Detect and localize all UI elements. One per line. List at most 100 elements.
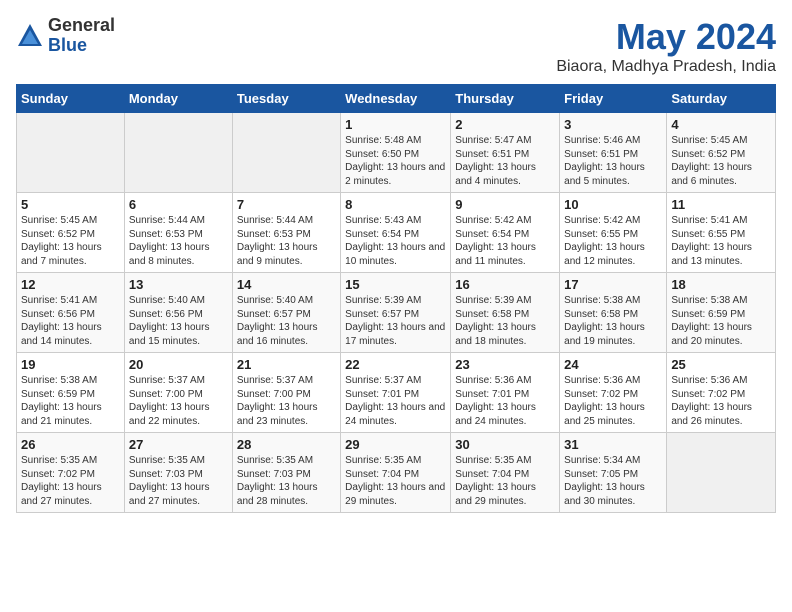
calendar-cell: 14 Sunrise: 5:40 AMSunset: 6:57 PMDayligh… — [232, 273, 340, 353]
calendar-cell: 3 Sunrise: 5:46 AMSunset: 6:51 PMDaylight… — [560, 113, 667, 193]
day-info: Sunrise: 5:41 AMSunset: 6:56 PMDaylight:… — [21, 294, 120, 348]
calendar-cell: 4 Sunrise: 5:45 AMSunset: 6:52 PMDaylight… — [667, 113, 776, 193]
calendar-title: May 2024 — [556, 16, 776, 58]
logo-general: General — [48, 16, 115, 36]
day-info: Sunrise: 5:44 AMSunset: 6:53 PMDaylight:… — [129, 214, 228, 268]
day-number: 30 — [455, 437, 555, 452]
day-info: Sunrise: 5:39 AMSunset: 6:58 PMDaylight:… — [455, 294, 555, 348]
calendar-cell: 17 Sunrise: 5:38 AMSunset: 6:58 PMDayligh… — [560, 273, 667, 353]
day-info: Sunrise: 5:38 AMSunset: 6:59 PMDaylight:… — [671, 294, 771, 348]
day-header-wednesday: Wednesday — [341, 85, 451, 113]
calendar-cell: 2 Sunrise: 5:47 AMSunset: 6:51 PMDaylight… — [451, 113, 560, 193]
calendar-cell: 13Sunrise: 5:40 AMSunset: 6:56 PMDayligh… — [124, 273, 232, 353]
day-info: Sunrise: 5:43 AMSunset: 6:54 PMDaylight:… — [345, 214, 446, 268]
calendar-cell: 10Sunrise: 5:42 AMSunset: 6:55 PMDayligh… — [560, 193, 667, 273]
day-info: Sunrise: 5:38 AMSunset: 6:58 PMDaylight:… — [564, 294, 662, 348]
day-info: Sunrise: 5:46 AMSunset: 6:51 PMDaylight:… — [564, 134, 662, 188]
calendar-cell: 19Sunrise: 5:38 AMSunset: 6:59 PMDayligh… — [17, 353, 125, 433]
day-info: Sunrise: 5:37 AMSunset: 7:00 PMDaylight:… — [129, 374, 228, 428]
day-number: 12 — [21, 277, 120, 292]
day-number: 25 — [671, 357, 771, 372]
calendar-cell — [17, 113, 125, 193]
calendar-cell: 23 Sunrise: 5:36 AMSunset: 7:01 PMDayligh… — [451, 353, 560, 433]
day-number: 23 — [455, 357, 555, 372]
day-number: 17 — [564, 277, 662, 292]
calendar-cell — [124, 113, 232, 193]
day-number: 2 — [455, 117, 555, 132]
day-info: Sunrise: 5:44 AMSunset: 6:53 PMDaylight:… — [237, 214, 336, 268]
calendar-cell: 26 Sunrise: 5:35 AMSunset: 7:02 PMDayligh… — [17, 433, 125, 513]
calendar-header-row: SundayMondayTuesdayWednesdayThursdayFrid… — [17, 85, 776, 113]
day-number: 5 — [21, 197, 120, 212]
day-number: 16 — [455, 277, 555, 292]
calendar-cell — [232, 113, 340, 193]
day-number: 27 — [129, 437, 228, 452]
day-header-friday: Friday — [560, 85, 667, 113]
day-info: Sunrise: 5:48 AMSunset: 6:50 PMDaylight:… — [345, 134, 446, 188]
day-number: 9 — [455, 197, 555, 212]
calendar-cell — [667, 433, 776, 513]
day-info: Sunrise: 5:36 AMSunset: 7:01 PMDaylight:… — [455, 374, 555, 428]
day-number: 26 — [21, 437, 120, 452]
day-number: 4 — [671, 117, 771, 132]
day-info: Sunrise: 5:42 AMSunset: 6:54 PMDaylight:… — [455, 214, 555, 268]
day-info: Sunrise: 5:47 AMSunset: 6:51 PMDaylight:… — [455, 134, 555, 188]
calendar-cell: 22Sunrise: 5:37 AMSunset: 7:01 PMDayligh… — [341, 353, 451, 433]
day-info: Sunrise: 5:35 AMSunset: 7:04 PMDaylight:… — [345, 454, 446, 508]
calendar-cell: 18 Sunrise: 5:38 AMSunset: 6:59 PMDayligh… — [667, 273, 776, 353]
calendar-cell: 27 Sunrise: 5:35 AMSunset: 7:03 PMDayligh… — [124, 433, 232, 513]
calendar-week-row: 19Sunrise: 5:38 AMSunset: 6:59 PMDayligh… — [17, 353, 776, 433]
calendar-cell: 24 Sunrise: 5:36 AMSunset: 7:02 PMDayligh… — [560, 353, 667, 433]
logo: General Blue — [16, 16, 115, 56]
logo-text: General Blue — [48, 16, 115, 56]
calendar-cell: 29Sunrise: 5:35 AMSunset: 7:04 PMDayligh… — [341, 433, 451, 513]
calendar-cell: 30 Sunrise: 5:35 AMSunset: 7:04 PMDayligh… — [451, 433, 560, 513]
day-info: Sunrise: 5:35 AMSunset: 7:03 PMDaylight:… — [237, 454, 336, 508]
calendar-cell: 7 Sunrise: 5:44 AMSunset: 6:53 PMDaylight… — [232, 193, 340, 273]
day-number: 28 — [237, 437, 336, 452]
calendar-cell: 31Sunrise: 5:34 AMSunset: 7:05 PMDayligh… — [560, 433, 667, 513]
day-number: 18 — [671, 277, 771, 292]
day-number: 8 — [345, 197, 446, 212]
calendar-table: SundayMondayTuesdayWednesdayThursdayFrid… — [16, 84, 776, 513]
day-info: Sunrise: 5:35 AMSunset: 7:02 PMDaylight:… — [21, 454, 120, 508]
day-number: 31 — [564, 437, 662, 452]
day-number: 1 — [345, 117, 446, 132]
day-number: 21 — [237, 357, 336, 372]
day-number: 3 — [564, 117, 662, 132]
day-info: Sunrise: 5:40 AMSunset: 6:57 PMDaylight:… — [237, 294, 336, 348]
day-number: 10 — [564, 197, 662, 212]
calendar-cell: 12 Sunrise: 5:41 AMSunset: 6:56 PMDayligh… — [17, 273, 125, 353]
day-number: 24 — [564, 357, 662, 372]
day-info: Sunrise: 5:41 AMSunset: 6:55 PMDaylight:… — [671, 214, 771, 268]
calendar-cell: 15 Sunrise: 5:39 AMSunset: 6:57 PMDayligh… — [341, 273, 451, 353]
calendar-cell: 28 Sunrise: 5:35 AMSunset: 7:03 PMDayligh… — [232, 433, 340, 513]
day-info: Sunrise: 5:35 AMSunset: 7:03 PMDaylight:… — [129, 454, 228, 508]
calendar-cell: 21Sunrise: 5:37 AMSunset: 7:00 PMDayligh… — [232, 353, 340, 433]
day-number: 7 — [237, 197, 336, 212]
page-header: General Blue May 2024 Biaora, Madhya Pra… — [16, 16, 776, 76]
calendar-cell: 20Sunrise: 5:37 AMSunset: 7:00 PMDayligh… — [124, 353, 232, 433]
day-header-monday: Monday — [124, 85, 232, 113]
calendar-cell: 6 Sunrise: 5:44 AMSunset: 6:53 PMDaylight… — [124, 193, 232, 273]
day-info: Sunrise: 5:36 AMSunset: 7:02 PMDaylight:… — [564, 374, 662, 428]
day-number: 14 — [237, 277, 336, 292]
logo-icon — [16, 22, 44, 50]
day-info: Sunrise: 5:39 AMSunset: 6:57 PMDaylight:… — [345, 294, 446, 348]
day-header-sunday: Sunday — [17, 85, 125, 113]
day-number: 6 — [129, 197, 228, 212]
calendar-cell: 9 Sunrise: 5:42 AMSunset: 6:54 PMDaylight… — [451, 193, 560, 273]
day-header-thursday: Thursday — [451, 85, 560, 113]
calendar-cell: 16 Sunrise: 5:39 AMSunset: 6:58 PMDayligh… — [451, 273, 560, 353]
day-info: Sunrise: 5:35 AMSunset: 7:04 PMDaylight:… — [455, 454, 555, 508]
day-number: 15 — [345, 277, 446, 292]
day-header-saturday: Saturday — [667, 85, 776, 113]
calendar-cell: 8 Sunrise: 5:43 AMSunset: 6:54 PMDaylight… — [341, 193, 451, 273]
day-number: 19 — [21, 357, 120, 372]
calendar-cell: 11Sunrise: 5:41 AMSunset: 6:55 PMDayligh… — [667, 193, 776, 273]
day-info: Sunrise: 5:45 AMSunset: 6:52 PMDaylight:… — [21, 214, 120, 268]
title-block: May 2024 Biaora, Madhya Pradesh, India — [556, 16, 776, 76]
logo-blue-text: Blue — [48, 36, 115, 56]
day-header-tuesday: Tuesday — [232, 85, 340, 113]
day-info: Sunrise: 5:45 AMSunset: 6:52 PMDaylight:… — [671, 134, 771, 188]
